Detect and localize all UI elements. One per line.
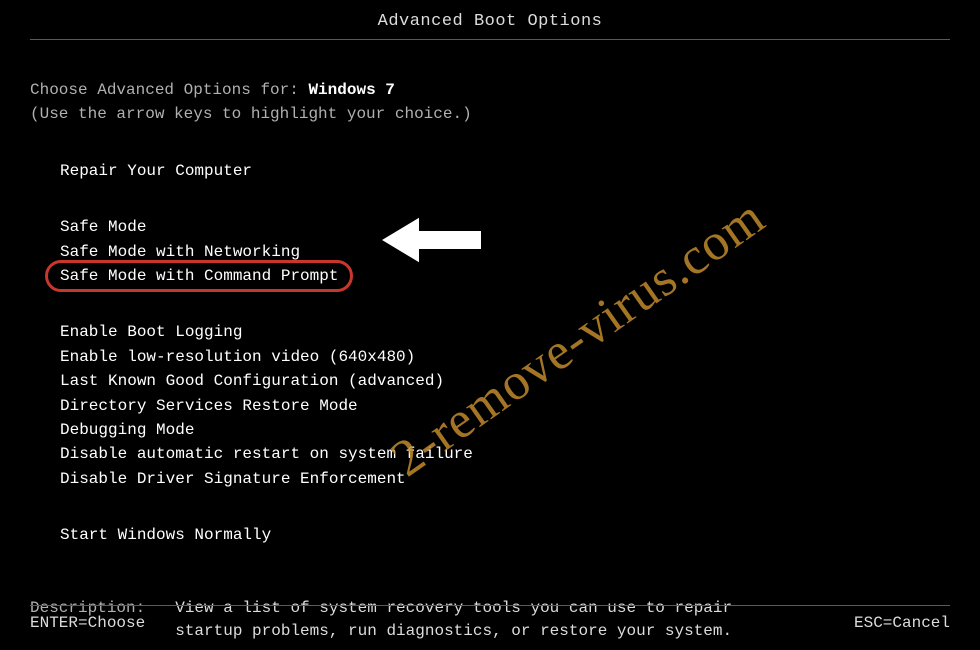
boot-options-screen: Advanced Boot Options Choose Advanced Op… [0,0,980,650]
menu-group-normal: Start Windows Normally [30,523,950,547]
menu-disable-driver-sig[interactable]: Disable Driver Signature Enforcement [50,467,416,491]
divider-top [30,39,950,40]
page-title: Advanced Boot Options [30,0,950,39]
divider-bottom [30,605,950,606]
instruction-line: Choose Advanced Options for: Windows 7 [30,80,950,101]
menu-safe-mode-command-prompt[interactable]: Safe Mode with Command Prompt [50,264,348,288]
menu-low-res-video[interactable]: Enable low-resolution video (640x480) [50,345,425,369]
menu-repair-your-computer[interactable]: Repair Your Computer [50,159,262,183]
menu-group-repair: Repair Your Computer [30,159,950,183]
os-name: Windows 7 [308,81,394,99]
menu-enable-boot-logging[interactable]: Enable Boot Logging [50,320,252,344]
arrow-key-hint: (Use the arrow keys to highlight your ch… [30,105,950,123]
footer-esc-hint: ESC=Cancel [854,614,950,632]
menu-group-safemode: Safe Mode Safe Mode with Networking Safe… [30,215,950,288]
menu-start-windows-normally[interactable]: Start Windows Normally [50,523,281,547]
footer-bar: ENTER=Choose ESC=Cancel [30,614,950,632]
menu-disable-auto-restart[interactable]: Disable automatic restart on system fail… [50,442,483,466]
menu-group-advanced: Enable Boot Logging Enable low-resolutio… [30,320,950,491]
menu-debugging-mode[interactable]: Debugging Mode [50,418,204,442]
menu-safe-mode[interactable]: Safe Mode [50,215,156,239]
menu-last-known-good[interactable]: Last Known Good Configuration (advanced) [50,369,454,393]
instruction-prefix: Choose Advanced Options for: [30,81,308,99]
footer-enter-hint: ENTER=Choose [30,614,145,632]
menu-safe-mode-networking[interactable]: Safe Mode with Networking [50,240,310,264]
menu-directory-services-restore[interactable]: Directory Services Restore Mode [50,394,368,418]
